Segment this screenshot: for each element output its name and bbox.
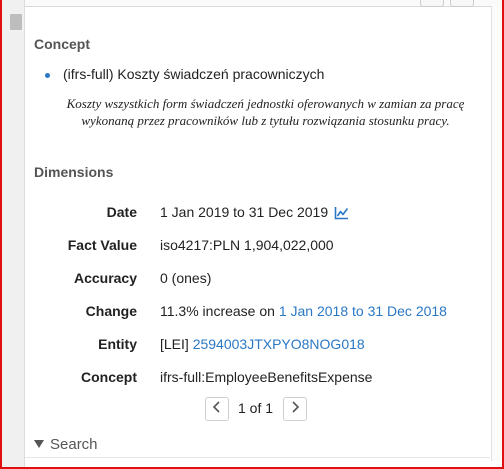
fact-value-label: Fact Value <box>67 237 137 253</box>
line-chart-icon[interactable] <box>334 206 349 223</box>
change-value: 11.3% increase on 1 Jan 2018 to 31 Dec 2… <box>160 303 447 319</box>
right-scrollbar[interactable] <box>491 6 502 461</box>
chevron-right-icon <box>290 400 300 418</box>
date-value: 1 Jan 2019 to 31 Dec 2019 <box>160 204 349 223</box>
entity-scheme: [LEI] <box>160 336 193 352</box>
concept-label: Concept <box>81 369 137 385</box>
caret-down-icon <box>34 440 44 448</box>
concept-heading: Concept <box>34 36 90 52</box>
change-period-link[interactable]: 1 Jan 2018 to 31 Dec 2018 <box>279 303 447 319</box>
inspector-panel: Concept (ifrs-full) Koszty świadczeń pra… <box>25 6 490 467</box>
search-label: Search <box>50 436 98 453</box>
pager-prev-button[interactable] <box>205 397 229 421</box>
search-section-toggle[interactable]: Search <box>34 436 98 453</box>
concept-name: (ifrs-full) Koszty świadczeń pracowniczy… <box>63 66 325 82</box>
bullet-icon <box>45 73 50 78</box>
date-label: Date <box>106 204 137 220</box>
fact-value: iso4217:PLN 1,904,022,000 <box>160 237 334 253</box>
entity-value: [LEI] 2594003JTXPYO8NOG018 <box>160 336 365 352</box>
dimensions-heading: Dimensions <box>34 164 114 180</box>
pager-next-button[interactable] <box>283 397 307 421</box>
divider <box>25 457 490 458</box>
date-text: 1 Jan 2019 to 31 Dec 2019 <box>160 204 329 220</box>
change-text: 11.3% increase on <box>160 303 279 319</box>
concept-description: Koszty wszystkich form świadczeń jednost… <box>66 96 465 128</box>
left-scroll-rail[interactable] <box>2 0 25 467</box>
scroll-thumb[interactable] <box>10 14 22 30</box>
accuracy-label: Accuracy <box>73 270 137 286</box>
accuracy-value: 0 (ones) <box>160 270 212 286</box>
concept-value: ifrs-full:EmployeeBenefitsExpense <box>160 369 373 385</box>
entity-lei-link[interactable]: 2594003JTXPYO8NOG018 <box>193 336 365 352</box>
entity-label: Entity <box>98 336 137 352</box>
chevron-left-icon <box>212 400 222 418</box>
change-label: Change <box>85 303 137 319</box>
pager-status: 1 of 1 <box>238 400 274 416</box>
